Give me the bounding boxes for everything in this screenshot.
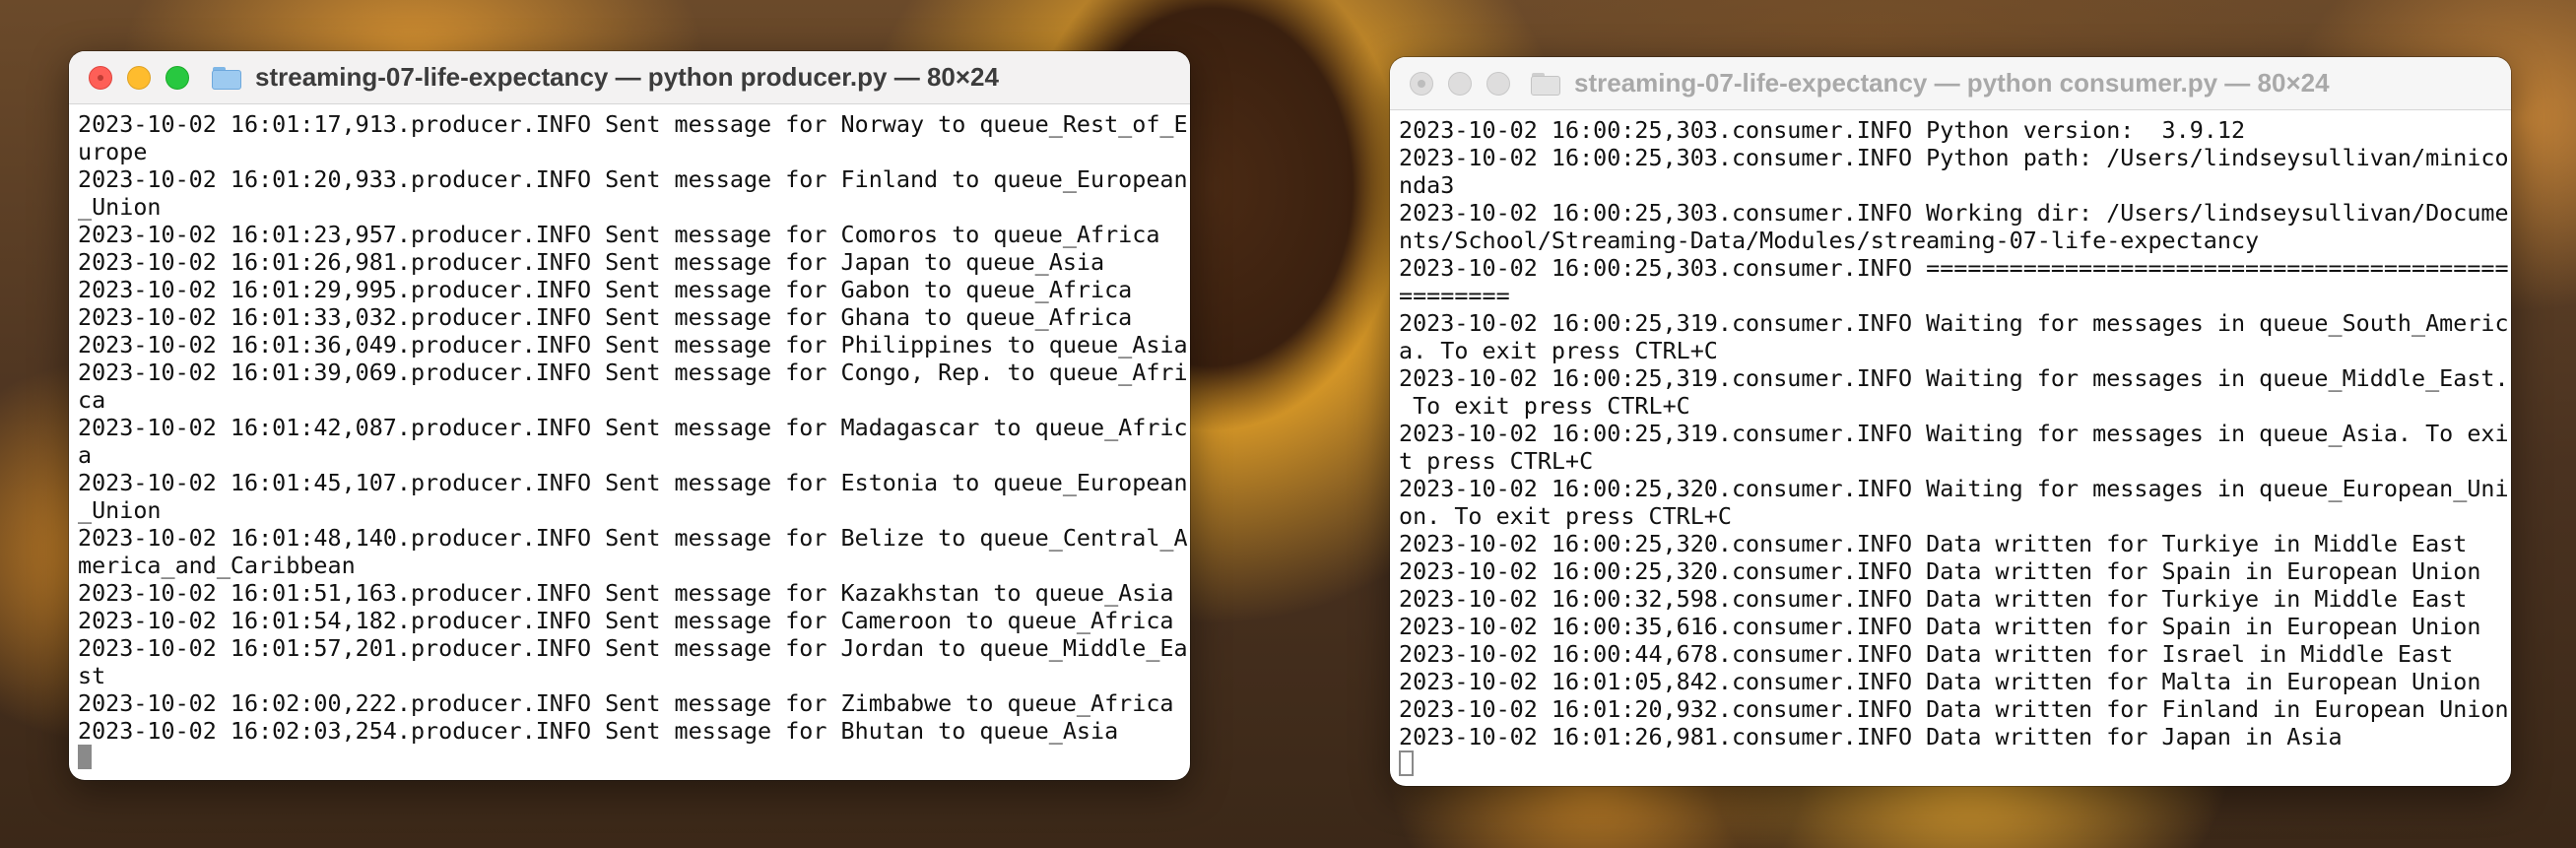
terminal-line: 2023-10-02 16:01:20,933.producer.INFO Se…: [78, 165, 1188, 193]
zoom-button[interactable]: [1486, 71, 1510, 96]
consumer-titlebar[interactable]: streaming-07-life-expectancy — python co…: [1390, 57, 2511, 110]
close-button[interactable]: [89, 65, 112, 90]
terminal-line: 2023-10-02 16:01:39,069.producer.INFO Se…: [78, 359, 1188, 386]
producer-window-title: streaming-07-life-expectancy — python pr…: [255, 62, 999, 92]
terminal-line: ========: [1399, 282, 1510, 309]
terminal-line: merica_and_Caribbean: [78, 552, 356, 579]
terminal-cursor: [78, 745, 92, 769]
terminal-line: ca: [78, 386, 106, 414]
window-controls: [89, 51, 189, 103]
terminal-line: 2023-10-02 16:00:25,320.consumer.INFO Da…: [1399, 557, 2481, 585]
terminal-line: 2023-10-02 16:01:42,087.producer.INFO Se…: [78, 414, 1188, 441]
terminal-line: 2023-10-02 16:00:25,303.consumer.INFO ==…: [1399, 254, 2509, 282]
terminal-line: 2023-10-02 16:00:25,319.consumer.INFO Wa…: [1399, 364, 2509, 392]
terminal-line: 2023-10-02 16:01:17,913.producer.INFO Se…: [78, 110, 1188, 138]
producer-terminal-content[interactable]: 2023-10-02 16:01:17,913.producer.INFO Se…: [69, 104, 1190, 769]
consumer-terminal-content[interactable]: 2023-10-02 16:00:25,303.consumer.INFO Py…: [1390, 110, 2511, 776]
minimize-button[interactable]: [127, 65, 151, 90]
terminal-line: 2023-10-02 16:01:26,981.consumer.INFO Da…: [1399, 723, 2343, 750]
producer-terminal-window[interactable]: streaming-07-life-expectancy — python pr…: [69, 51, 1190, 780]
minimize-button[interactable]: [1448, 71, 1472, 96]
terminal-line: 2023-10-02 16:01:54,182.producer.INFO Se…: [78, 607, 1174, 634]
terminal-line: 2023-10-02 16:00:32,598.consumer.INFO Da…: [1399, 585, 2468, 613]
terminal-line: nda3: [1399, 171, 1455, 199]
folder-icon: [1531, 72, 1560, 96]
window-controls: [1410, 57, 1510, 109]
zoom-button[interactable]: [165, 65, 189, 90]
terminal-line: 2023-10-02 16:00:25,320.consumer.INFO Da…: [1399, 530, 2468, 557]
terminal-line: a. To exit press CTRL+C: [1399, 337, 1718, 364]
producer-titlebar[interactable]: streaming-07-life-expectancy — python pr…: [69, 51, 1190, 104]
terminal-line: 2023-10-02 16:01:05,842.consumer.INFO Da…: [1399, 668, 2481, 695]
producer-window-title-group: streaming-07-life-expectancy — python pr…: [212, 51, 999, 103]
consumer-window-title: streaming-07-life-expectancy — python co…: [1574, 68, 2330, 98]
consumer-output: 2023-10-02 16:00:25,303.consumer.INFO Py…: [1399, 116, 2511, 750]
terminal-line: 2023-10-02 16:01:48,140.producer.INFO Se…: [78, 524, 1188, 552]
terminal-cursor: [1399, 750, 1414, 776]
terminal-line: 2023-10-02 16:01:29,995.producer.INFO Se…: [78, 276, 1133, 303]
consumer-window-title-group: streaming-07-life-expectancy — python co…: [1531, 57, 2330, 109]
terminal-line: 2023-10-02 16:00:35,616.consumer.INFO Da…: [1399, 613, 2481, 640]
terminal-line: 2023-10-02 16:00:25,303.consumer.INFO Py…: [1399, 116, 2246, 144]
folder-icon: [212, 66, 241, 90]
terminal-line: 2023-10-02 16:00:44,678.consumer.INFO Da…: [1399, 640, 2454, 668]
terminal-line: on. To exit press CTRL+C: [1399, 502, 1732, 530]
terminal-line: 2023-10-02 16:00:25,303.consumer.INFO Wo…: [1399, 199, 2509, 227]
terminal-line: 2023-10-02 16:00:25,320.consumer.INFO Wa…: [1399, 475, 2509, 502]
consumer-terminal-window[interactable]: streaming-07-life-expectancy — python co…: [1390, 57, 2511, 786]
terminal-line: 2023-10-02 16:01:33,032.producer.INFO Se…: [78, 303, 1133, 331]
terminal-line: t press CTRL+C: [1399, 447, 1594, 475]
terminal-line: a: [78, 441, 93, 469]
terminal-line: 2023-10-02 16:01:26,981.producer.INFO Se…: [78, 248, 1105, 276]
terminal-line: 2023-10-02 16:00:25,303.consumer.INFO Py…: [1399, 144, 2509, 171]
terminal-line: 2023-10-02 16:00:25,319.consumer.INFO Wa…: [1399, 420, 2509, 447]
terminal-line: 2023-10-02 16:01:36,049.producer.INFO Se…: [78, 331, 1188, 359]
terminal-line: _Union: [78, 496, 162, 524]
terminal-line: nts/School/Streaming-Data/Modules/stream…: [1399, 227, 2260, 254]
terminal-line: 2023-10-02 16:01:57,201.producer.INFO Se…: [78, 634, 1188, 662]
terminal-line: 2023-10-02 16:01:45,107.producer.INFO Se…: [78, 469, 1188, 496]
terminal-line: st: [78, 662, 106, 689]
close-button[interactable]: [1410, 71, 1433, 96]
terminal-line: urope: [78, 138, 148, 165]
terminal-line: 2023-10-02 16:01:23,957.producer.INFO Se…: [78, 221, 1160, 248]
terminal-line: 2023-10-02 16:00:25,319.consumer.INFO Wa…: [1399, 309, 2509, 337]
terminal-line: 2023-10-02 16:01:51,163.producer.INFO Se…: [78, 579, 1174, 607]
terminal-line: To exit press CTRL+C: [1399, 392, 1690, 420]
terminal-line: 2023-10-02 16:02:00,222.producer.INFO Se…: [78, 689, 1174, 717]
terminal-line: 2023-10-02 16:01:20,932.consumer.INFO Da…: [1399, 695, 2509, 723]
producer-output: 2023-10-02 16:01:17,913.producer.INFO Se…: [78, 110, 1190, 745]
terminal-line: 2023-10-02 16:02:03,254.producer.INFO Se…: [78, 717, 1119, 745]
terminal-line: _Union: [78, 193, 162, 221]
